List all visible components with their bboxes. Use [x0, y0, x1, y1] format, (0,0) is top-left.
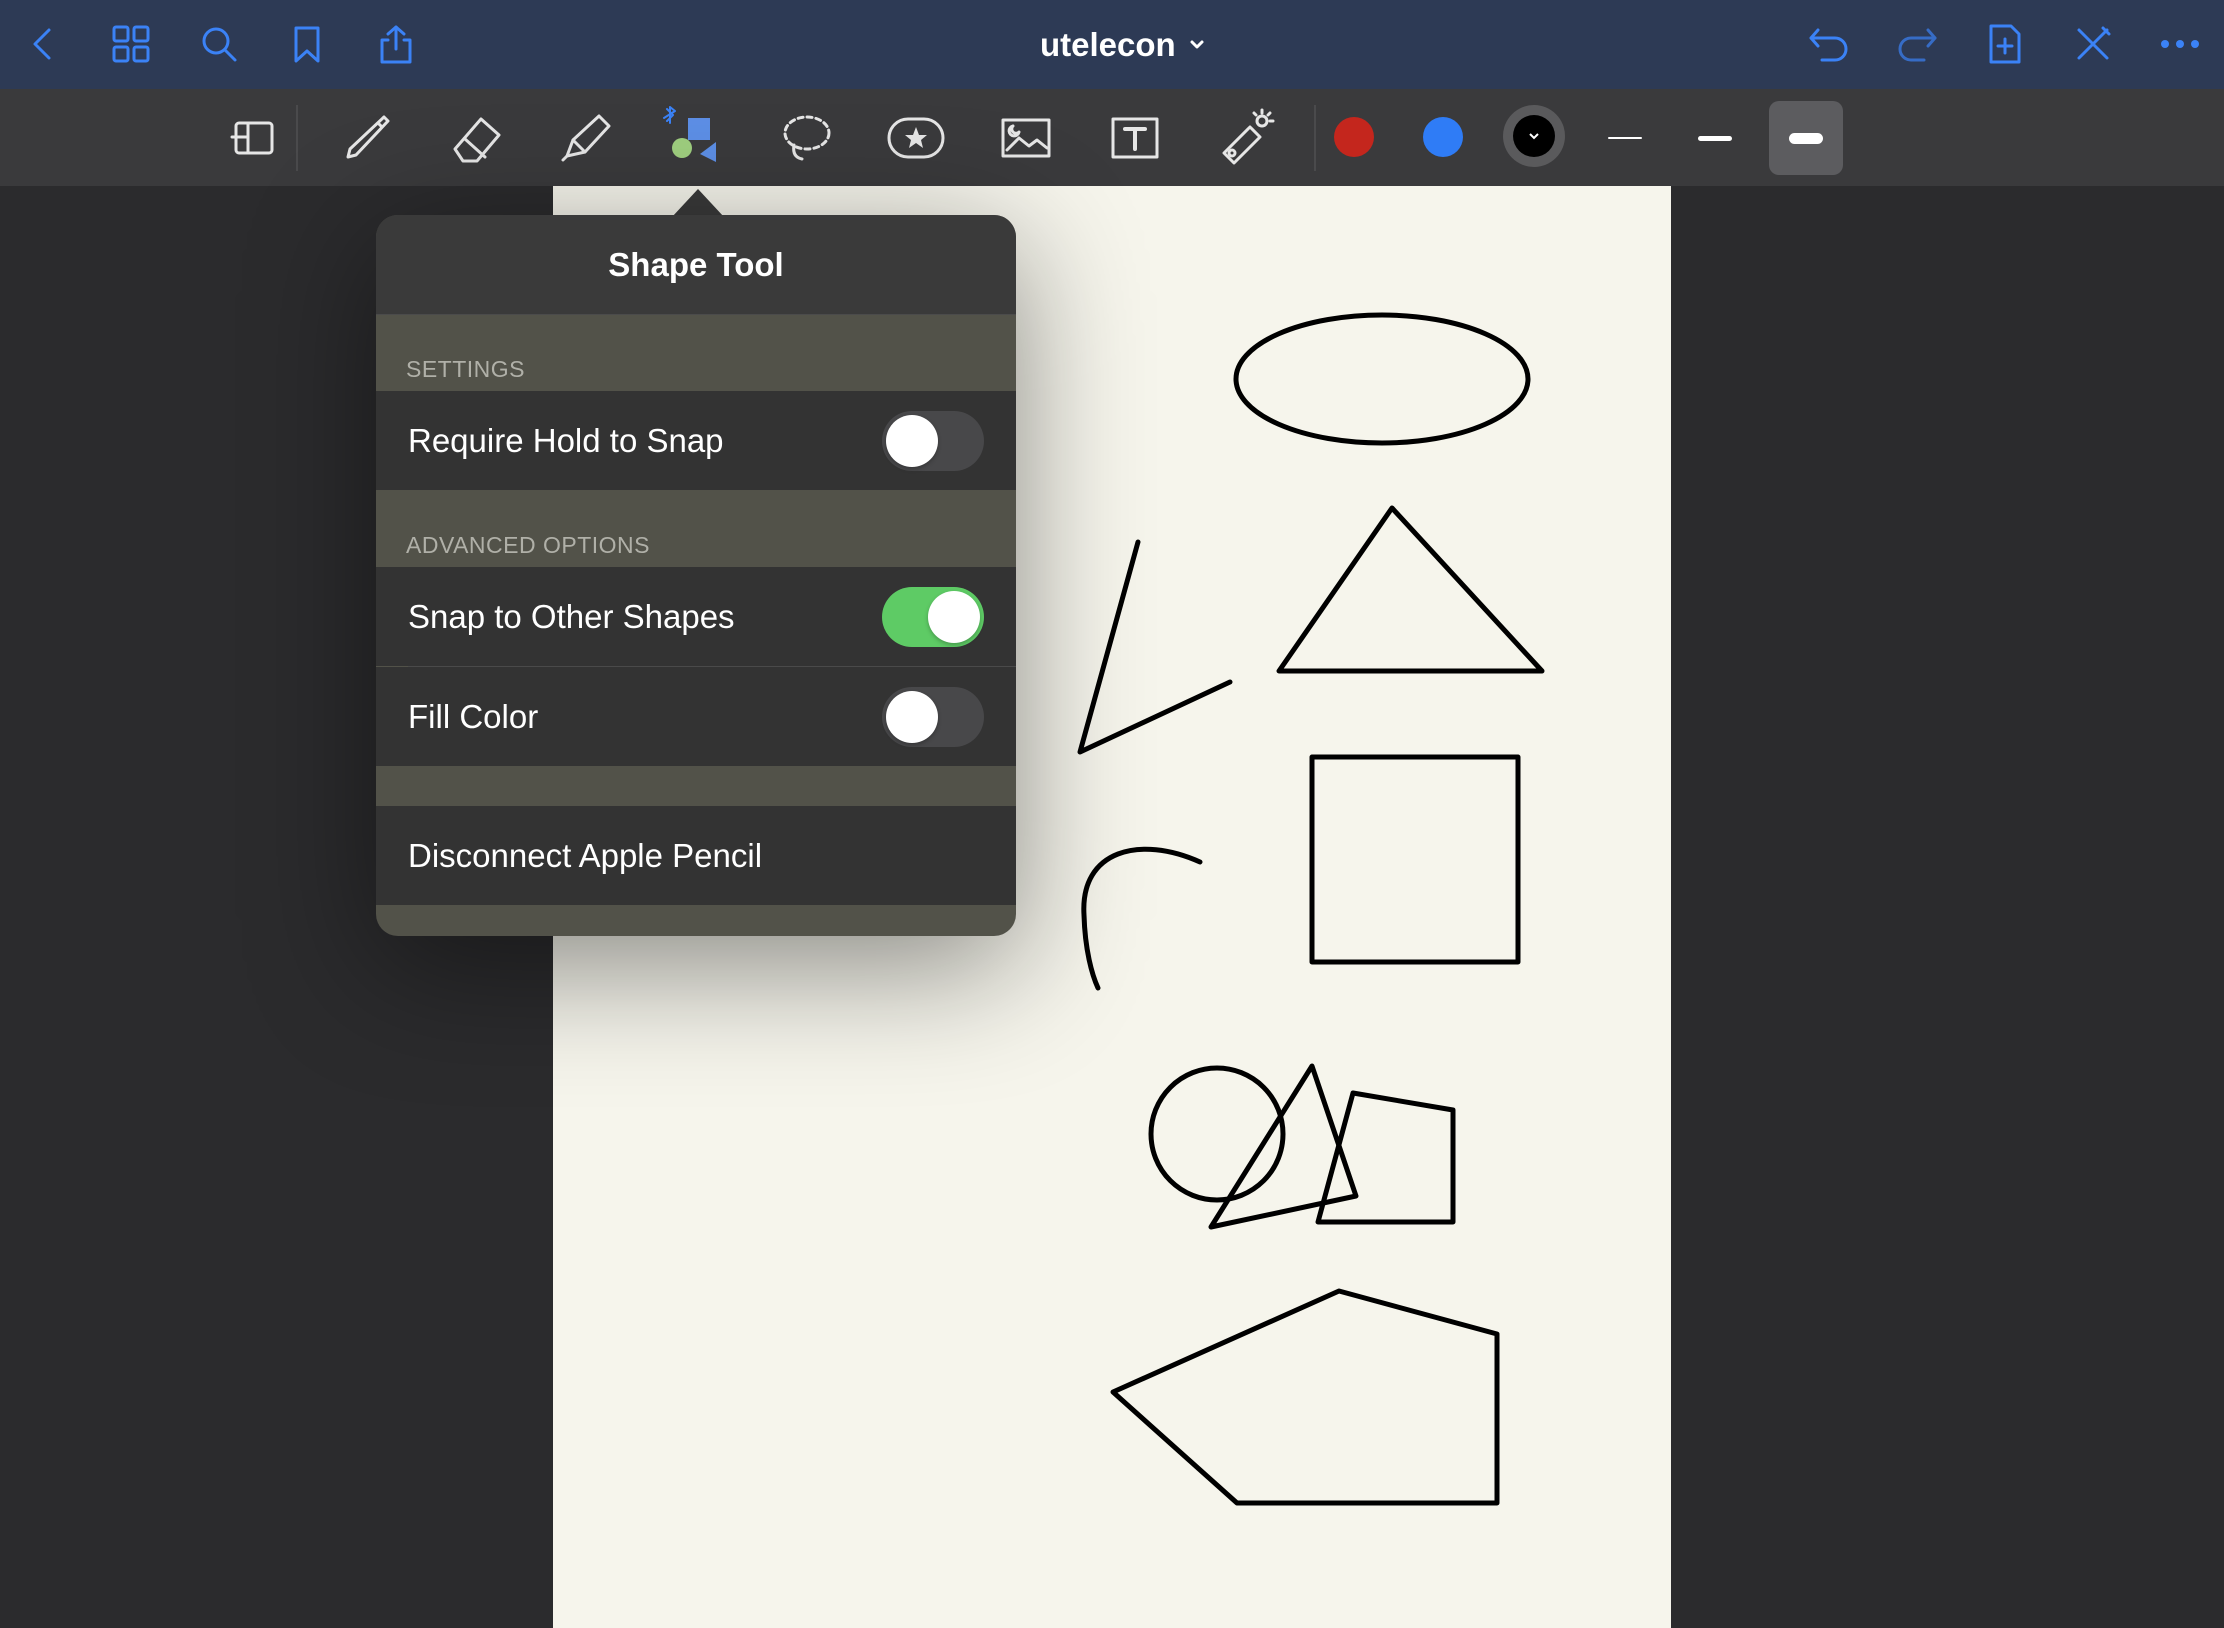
- eraser-icon[interactable]: [440, 101, 514, 175]
- text-tool-icon[interactable]: [1098, 101, 1172, 175]
- shapes-tool-icon[interactable]: [655, 101, 729, 175]
- drawn-curve-stroke[interactable]: [1081, 846, 1203, 991]
- settings-section-header: SETTINGS: [406, 356, 526, 382]
- stroke-width-thin[interactable]: [1588, 101, 1662, 175]
- shape-tool-popover: Shape Tool SETTINGS Require Hold to Snap…: [376, 215, 1016, 936]
- scan-tool-icon[interactable]: [216, 101, 290, 175]
- add-page-icon[interactable]: [1975, 14, 2035, 74]
- stroke-width-thick[interactable]: [1769, 101, 1843, 175]
- disconnect-apple-pencil-label: Disconnect Apple Pencil: [408, 836, 763, 874]
- drawn-angle-stroke[interactable]: [1077, 539, 1233, 755]
- highlighter-icon[interactable]: [550, 101, 624, 175]
- popover-title: Shape Tool: [376, 215, 1016, 315]
- document-title-menu[interactable]: utelecon: [1040, 22, 1206, 68]
- advanced-options-section-header: ADVANCED OPTIONS: [406, 532, 650, 558]
- color-swatch-black[interactable]: [1503, 105, 1565, 167]
- toolbar-separator: [1314, 105, 1316, 171]
- undo-icon[interactable]: [1799, 14, 1859, 74]
- popover-arrow: [672, 189, 724, 217]
- toolbar-separator: [296, 105, 298, 171]
- require-hold-to-snap-toggle[interactable]: [882, 411, 984, 471]
- fill-color-label: Fill Color: [408, 697, 539, 735]
- search-icon[interactable]: [189, 14, 249, 74]
- fill-color-row[interactable]: Fill Color: [376, 667, 1016, 766]
- drawn-circle[interactable]: [1148, 1065, 1286, 1203]
- drawn-pentagon[interactable]: [1110, 1288, 1500, 1506]
- snap-to-other-shapes-row[interactable]: Snap to Other Shapes: [376, 567, 1016, 666]
- drawing-toolbar: [0, 89, 2224, 186]
- share-icon[interactable]: [366, 14, 426, 74]
- chevron-down-icon: [1513, 115, 1555, 157]
- more-icon[interactable]: [2150, 14, 2210, 74]
- color-swatch-red[interactable]: [1334, 117, 1374, 157]
- lasso-icon[interactable]: [770, 101, 844, 175]
- drawn-square[interactable]: [1309, 754, 1521, 965]
- require-hold-to-snap-label: Require Hold to Snap: [408, 421, 724, 459]
- color-swatch-blue[interactable]: [1423, 117, 1463, 157]
- stroke-width-medium[interactable]: [1678, 101, 1752, 175]
- drawn-quadrilateral[interactable]: [1315, 1090, 1456, 1225]
- grid-icon[interactable]: [101, 14, 161, 74]
- image-icon[interactable]: [989, 101, 1063, 175]
- drawn-ellipse[interactable]: [1233, 312, 1531, 446]
- snap-to-other-shapes-label: Snap to Other Shapes: [408, 597, 735, 635]
- back-icon[interactable]: [13, 14, 73, 74]
- laser-pointer-icon[interactable]: [1208, 101, 1282, 175]
- snap-to-other-shapes-toggle[interactable]: [882, 587, 984, 647]
- document-title: utelecon: [1040, 26, 1176, 63]
- disconnect-apple-pencil-button[interactable]: Disconnect Apple Pencil: [376, 806, 1016, 905]
- pen-icon[interactable]: [330, 101, 404, 175]
- bookmark-icon[interactable]: [277, 14, 337, 74]
- drawn-triangle[interactable]: [1276, 505, 1545, 674]
- fill-color-toggle[interactable]: [882, 687, 984, 747]
- elements-icon[interactable]: [879, 101, 953, 175]
- close-toolbar-icon[interactable]: [2063, 14, 2123, 74]
- require-hold-to-snap-row[interactable]: Require Hold to Snap: [376, 391, 1016, 490]
- top-navigation-bar: utelecon: [0, 0, 2224, 89]
- chevron-down-icon: [1190, 40, 1204, 49]
- redo-icon[interactable]: [1887, 14, 1947, 74]
